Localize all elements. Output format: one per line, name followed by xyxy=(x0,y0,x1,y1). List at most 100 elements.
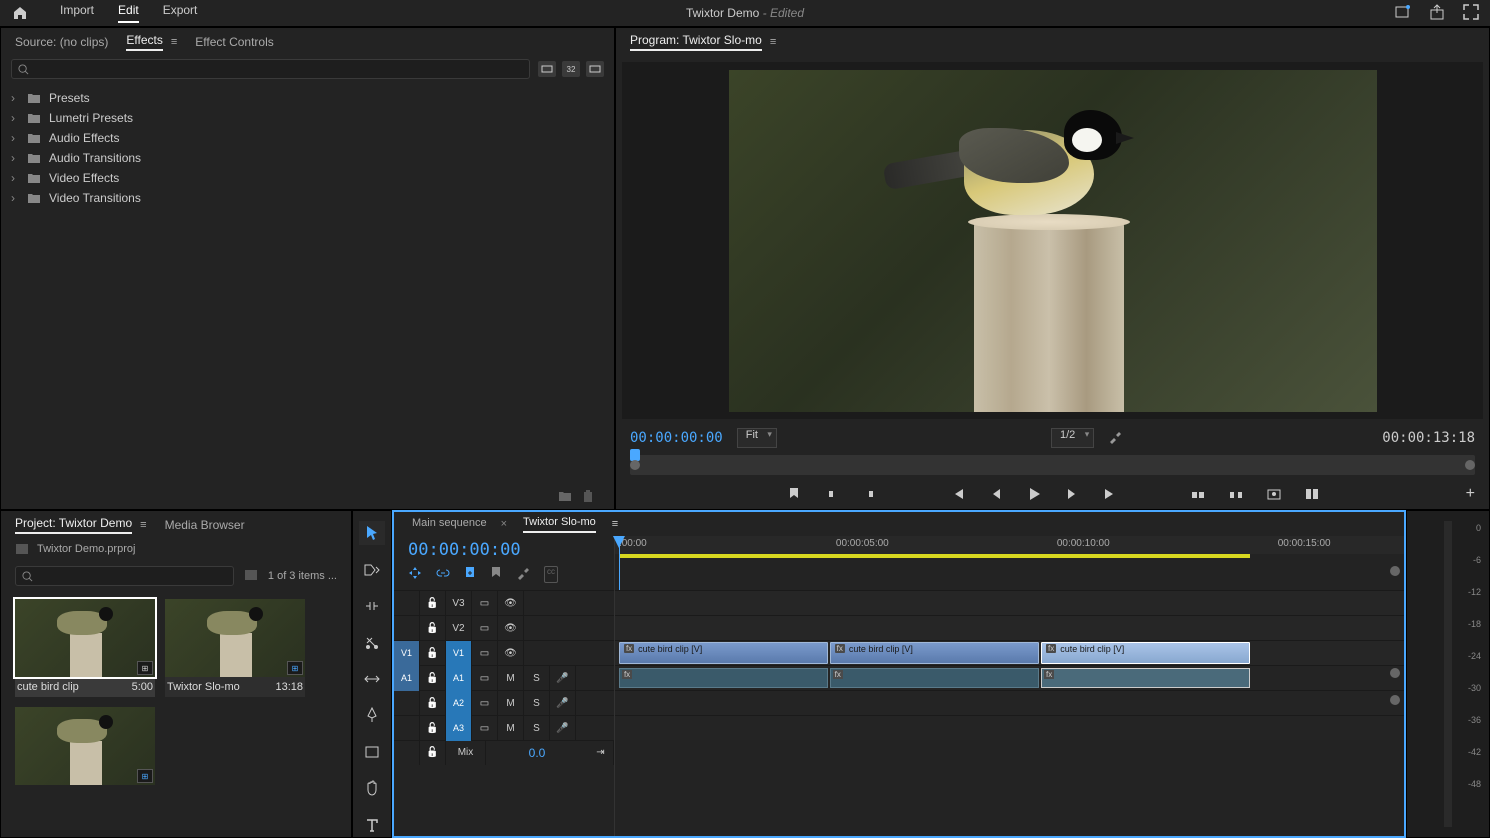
video-track-header[interactable]: V2▭👁 xyxy=(394,615,614,640)
play-icon[interactable] xyxy=(1025,485,1043,503)
project-item[interactable]: ⊞ Twixtor Slo-mo13:18 xyxy=(165,599,305,697)
button-editor-icon[interactable]: + xyxy=(1466,485,1475,503)
razor-tool-icon[interactable] xyxy=(359,630,385,654)
tree-item[interactable]: ›Lumetri Presets xyxy=(11,108,604,128)
captions-icon[interactable]: cc xyxy=(544,566,558,583)
track-target[interactable]: A2 xyxy=(446,691,472,716)
selection-tool-icon[interactable] xyxy=(359,521,385,545)
lock-icon[interactable] xyxy=(420,740,446,765)
zoom-fit-select[interactable]: Fit xyxy=(737,428,777,448)
audio-track-header[interactable]: A1A1▭MS🎤 xyxy=(394,665,614,690)
timeline-audio-clip[interactable]: fx xyxy=(1041,668,1250,688)
track-name[interactable]: V2 xyxy=(446,616,472,641)
lift-icon[interactable] xyxy=(1189,485,1207,503)
project-item[interactable]: ⊞ cute bird clip5:00 xyxy=(15,599,155,697)
video-track-header[interactable]: V1V1▭👁 xyxy=(394,640,614,665)
mix-expand-icon[interactable]: ⇥ xyxy=(588,740,614,765)
tab-source[interactable]: Source: (no clips) xyxy=(15,35,108,49)
lock-icon[interactable] xyxy=(420,641,446,666)
mix-value[interactable]: 0.0 xyxy=(486,746,588,760)
sync-lock-icon[interactable]: ▭ xyxy=(472,591,498,616)
timeline-audio-clip[interactable]: fx xyxy=(830,668,1039,688)
sync-lock-icon[interactable]: ▭ xyxy=(472,716,498,741)
program-panel-menu-icon[interactable]: ≡ xyxy=(770,36,776,48)
mute-icon[interactable]: M xyxy=(498,666,524,691)
effects-panel-menu-icon[interactable]: ≡ xyxy=(171,36,177,48)
timeline-settings-icon[interactable] xyxy=(516,566,530,583)
project-item[interactable]: ⊞ xyxy=(15,707,155,785)
snap-icon[interactable] xyxy=(408,566,422,583)
tree-item[interactable]: ›Presets xyxy=(11,88,604,108)
comparison-view-icon[interactable] xyxy=(1303,485,1321,503)
video-track-header[interactable]: V3▭👁 xyxy=(394,590,614,615)
effects-search-input[interactable] xyxy=(11,59,530,79)
voice-over-icon[interactable]: 🎤 xyxy=(550,716,576,741)
track-target[interactable]: A1 xyxy=(446,666,472,691)
program-scrub-bar[interactable] xyxy=(630,455,1475,475)
mute-icon[interactable]: M xyxy=(498,691,524,716)
track-select-tool-icon[interactable] xyxy=(359,557,385,581)
timeline-clip[interactable]: fxcute bird clip [V] xyxy=(1041,642,1250,664)
workspace-tab-edit[interactable]: Edit xyxy=(118,3,139,23)
badge-accelerated-icon[interactable] xyxy=(538,61,556,77)
slip-tool-icon[interactable] xyxy=(359,667,385,691)
hand-tool-icon[interactable] xyxy=(359,776,385,800)
badge-32bit-icon[interactable]: 32 xyxy=(562,61,580,77)
solo-icon[interactable]: S xyxy=(524,691,550,716)
timeline-tracks-area[interactable]: fxcute bird clip [V] fxcute bird clip [V… xyxy=(614,590,1404,836)
lock-icon[interactable] xyxy=(420,691,446,716)
rectangle-tool-icon[interactable] xyxy=(359,740,385,764)
sync-lock-icon[interactable]: ▭ xyxy=(472,691,498,716)
share-icon[interactable] xyxy=(1428,3,1446,24)
solo-icon[interactable]: S xyxy=(524,666,550,691)
tree-item[interactable]: ›Video Effects xyxy=(11,168,604,188)
track-target[interactable]: A3 xyxy=(446,716,472,741)
linked-selection-icon[interactable] xyxy=(436,566,450,583)
mark-in-icon[interactable] xyxy=(823,485,841,503)
project-panel-menu-icon[interactable]: ≡ xyxy=(140,519,146,531)
scrub-handle-left[interactable] xyxy=(630,460,640,470)
tree-item[interactable]: ›Video Transitions xyxy=(11,188,604,208)
track-name[interactable]: V3 xyxy=(446,591,472,616)
lock-icon[interactable] xyxy=(420,666,446,691)
workspace-tab-export[interactable]: Export xyxy=(163,3,198,23)
tab-effect-controls[interactable]: Effect Controls xyxy=(195,35,273,49)
step-forward-icon[interactable] xyxy=(1063,485,1081,503)
badge-yuv-icon[interactable] xyxy=(586,61,604,77)
step-back-icon[interactable] xyxy=(987,485,1005,503)
quick-export-icon[interactable] xyxy=(1394,3,1412,24)
goto-out-icon[interactable] xyxy=(1101,485,1119,503)
sync-lock-icon[interactable]: ▭ xyxy=(472,616,498,641)
mark-out-icon[interactable] xyxy=(861,485,879,503)
a1-track[interactable]: fx fx fx xyxy=(615,665,1404,690)
new-bin-icon[interactable] xyxy=(558,490,572,505)
track-target[interactable]: V1 xyxy=(446,641,472,666)
audio-track-header[interactable]: A2▭MS🎤 xyxy=(394,690,614,715)
pen-tool-icon[interactable] xyxy=(359,703,385,727)
work-area-bar[interactable] xyxy=(619,554,1250,558)
lock-icon[interactable] xyxy=(420,616,446,641)
timeline-clip[interactable]: fxcute bird clip [V] xyxy=(830,642,1039,664)
timeline-current-timecode[interactable]: 00:00:00:00 xyxy=(408,540,600,560)
playhead-line[interactable] xyxy=(619,536,620,590)
project-filter-icon[interactable] xyxy=(244,569,258,584)
tab-project[interactable]: Project: Twixtor Demo xyxy=(15,516,132,534)
add-marker-icon[interactable] xyxy=(464,566,476,583)
tree-item[interactable]: ›Audio Effects xyxy=(11,128,604,148)
timeline-ruler[interactable]: :00:00 00:00:05:00 00:00:10:00 00:00:15:… xyxy=(615,536,1404,554)
timeline-marker-icon[interactable] xyxy=(490,566,502,583)
add-marker-icon[interactable] xyxy=(785,485,803,503)
vertical-zoom-handle[interactable] xyxy=(1390,668,1400,678)
settings-wrench-icon[interactable] xyxy=(1108,430,1122,447)
tab-program[interactable]: Program: Twixtor Slo-mo xyxy=(630,33,762,51)
vertical-zoom-handle[interactable] xyxy=(1390,695,1400,705)
toggle-output-icon[interactable]: 👁 xyxy=(498,591,524,616)
scrub-handle-right[interactable] xyxy=(1465,460,1475,470)
timeline-tab[interactable]: Twixtor Slo-mo xyxy=(523,516,596,533)
program-current-timecode[interactable]: 00:00:00:00 xyxy=(630,430,723,446)
timeline-clip[interactable]: fxcute bird clip [V] xyxy=(619,642,828,664)
vertical-zoom-handle[interactable] xyxy=(1390,566,1400,576)
audio-track-header[interactable]: A3▭MS🎤 xyxy=(394,715,614,740)
type-tool-icon[interactable] xyxy=(359,813,385,837)
toggle-output-icon[interactable]: 👁 xyxy=(498,641,524,666)
